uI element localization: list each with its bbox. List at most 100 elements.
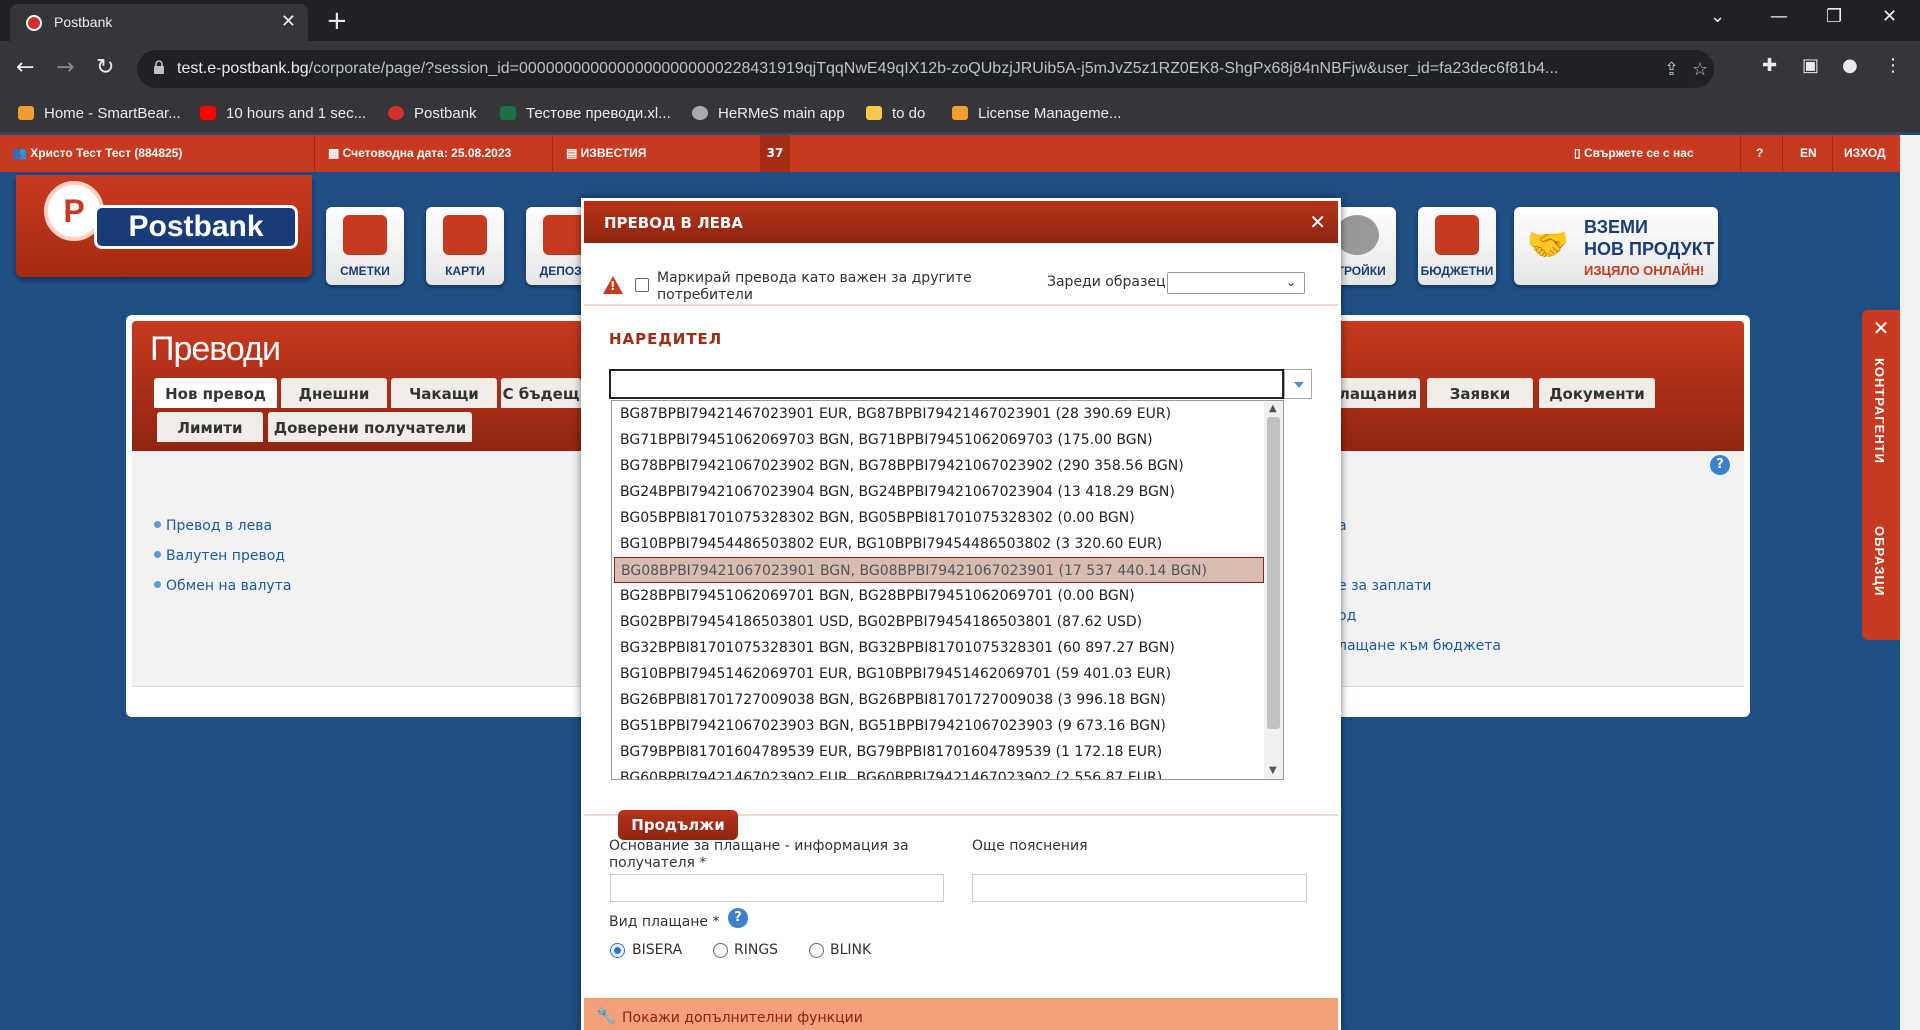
- bookmark-item[interactable]: Тестове преводи.xl...: [500, 105, 671, 122]
- nav-budget[interactable]: БЮДЖЕТНИ: [1418, 207, 1496, 285]
- bookmark-item[interactable]: to do: [866, 105, 925, 122]
- account-option[interactable]: BG08BPBI79421067023901 BGN, BG08BPBI7942…: [614, 557, 1264, 583]
- tab-limits[interactable]: Лимити: [157, 412, 263, 442]
- account-option[interactable]: BG71BPBI79451062069703 BGN, BG71BPBI7945…: [612, 427, 1264, 453]
- contact-link[interactable]: ▯ Свържете се с нас: [1574, 146, 1694, 160]
- forward-icon[interactable]: →: [56, 55, 74, 80]
- link-currency-exchange[interactable]: Обмен на валута: [154, 578, 291, 594]
- promo-line: НОВ ПРОДУКТ: [1584, 239, 1715, 259]
- close-icon[interactable]: ✕: [1309, 210, 1326, 234]
- divider: [1832, 135, 1833, 172]
- account-option[interactable]: BG10BPBI79454486503802 EUR, BG10BPBI7945…: [612, 531, 1264, 557]
- payer-account-input[interactable]: [609, 369, 1284, 399]
- payment-reason-input[interactable]: [610, 874, 944, 902]
- account-option[interactable]: BG32BPBI81701075328301 BGN, BG32BPBI8170…: [612, 635, 1264, 661]
- minimize-icon[interactable]: —: [1770, 6, 1788, 27]
- scroll-down-icon[interactable]: ▼: [1269, 765, 1277, 776]
- browser-tab[interactable]: Postbank ✕: [10, 4, 308, 41]
- browser-tabbar: Postbank ✕ + ⌄ — ❐ ✕: [0, 0, 1920, 41]
- bookmark-item[interactable]: HeRMeS main app: [692, 105, 845, 122]
- account-option[interactable]: BG51BPBI79421067023903 BGN, BG51BPBI7942…: [612, 713, 1264, 739]
- account-option[interactable]: BG28BPBI79451062069701 BGN, BG28BPBI7945…: [612, 583, 1264, 609]
- window-close-icon[interactable]: ✕: [1882, 6, 1897, 27]
- link-currency-transfer[interactable]: Валутен превод: [154, 548, 285, 564]
- account-option[interactable]: BG79BPBI81701604789539 EUR, BG79BPBI8170…: [612, 739, 1264, 765]
- show-more-link[interactable]: Покажи допълнителни функции: [622, 1010, 863, 1026]
- side-tab-templates[interactable]: ОБРАЗЦИ: [1872, 526, 1887, 596]
- radio-rings[interactable]: [713, 943, 728, 958]
- payment-reason-label: Основание за плащане - информация за пол…: [609, 838, 909, 871]
- payer-account-dropdown[interactable]: BG60BPBI79421467023902 EUR, BG60BPBI7942…: [611, 400, 1284, 780]
- nav-label: КАРТИ: [445, 264, 485, 278]
- dialog-title: ПРЕВОД В ЛЕВА: [604, 214, 743, 232]
- bookmark-star-icon[interactable]: ☆: [1692, 59, 1708, 80]
- tab-trusted-recipients[interactable]: Доверени получатели: [268, 412, 472, 442]
- side-panel-icon[interactable]: ▣: [1802, 55, 1819, 76]
- tab-documents[interactable]: Документи: [1539, 378, 1655, 408]
- continue-button[interactable]: Продължи: [618, 810, 738, 840]
- back-icon[interactable]: ←: [16, 55, 34, 80]
- account-option[interactable]: BG60BPBI79421467023902 EUR, BG60BPBI7942…: [612, 765, 1264, 779]
- logout-link[interactable]: ИЗХОД: [1844, 146, 1886, 160]
- account-option[interactable]: BG87BPBI79421467023901 EUR, BG87BPBI7942…: [612, 401, 1264, 427]
- tab-close-icon[interactable]: ✕: [281, 11, 296, 32]
- tab-today[interactable]: Днешни: [281, 378, 387, 408]
- extensions-icon[interactable]: ✚: [1762, 55, 1777, 76]
- mark-important-label: Маркирай превода като важен за другите п…: [657, 270, 972, 303]
- link-salary-fragment[interactable]: е за заплати: [1338, 578, 1432, 594]
- chevron-down-icon: ⌄: [1285, 275, 1296, 289]
- help-icon[interactable]: ?: [1710, 455, 1730, 475]
- scroll-up-icon[interactable]: ▲: [1269, 403, 1277, 414]
- side-tab[interactable]: ✕ КОНТРАГЕНТИ ОБРАЗЦИ: [1862, 310, 1900, 640]
- link-budget-payment-fragment[interactable]: лащане към бюджета: [1338, 638, 1501, 654]
- restore-icon[interactable]: ❐: [1826, 6, 1842, 27]
- menu-icon[interactable]: ⋮: [1884, 55, 1902, 76]
- side-tab-close-icon[interactable]: ✕: [1862, 316, 1900, 340]
- new-product-banner[interactable]: 🤝 ВЗЕМИ НОВ ПРОДУКТ ИЗЦЯЛО ОНЛАЙН!: [1514, 207, 1718, 285]
- more-info-input[interactable]: [972, 874, 1307, 902]
- smartbear-icon: [18, 106, 34, 120]
- link-bgn-transfer[interactable]: Превод в лева: [154, 518, 272, 534]
- more-info-label: Още пояснения: [972, 838, 1088, 854]
- news-count-badge: 37: [760, 135, 790, 172]
- help-icon[interactable]: ?: [728, 908, 748, 928]
- profile-icon[interactable]: ●: [1842, 55, 1858, 76]
- dialog-header: ПРЕВОД В ЛЕВА ✕: [584, 201, 1338, 243]
- nav-cards[interactable]: КАРТИ: [426, 207, 504, 285]
- payer-dropdown-toggle-icon[interactable]: [1284, 369, 1312, 399]
- bookmark-item[interactable]: Postbank: [388, 105, 477, 122]
- payment-type-label: Вид плащане *: [609, 914, 720, 930]
- account-option[interactable]: BG02BPBI79454186503801 USD, BG02BPBI7945…: [612, 609, 1264, 635]
- account-option[interactable]: BG26BPBI81701727009038 BGN, BG26BPBI8170…: [612, 687, 1264, 713]
- help-book-icon[interactable]: ?: [1756, 146, 1763, 160]
- account-option[interactable]: BG05BPBI81701075328302 BGN, BG05BPBI8170…: [612, 505, 1264, 531]
- mark-important-checkbox[interactable]: [635, 278, 649, 292]
- reload-icon[interactable]: ↻: [96, 55, 114, 80]
- page-scrollbar[interactable]: [1900, 135, 1920, 1030]
- radio-bisera[interactable]: [610, 943, 625, 958]
- tab-search-icon[interactable]: ⌄: [1710, 6, 1725, 27]
- account-option[interactable]: BG10BPBI79451462069701 EUR, BG10BPBI7945…: [612, 661, 1264, 687]
- tab-requests[interactable]: Заявки: [1427, 378, 1533, 408]
- news-link[interactable]: ▤ ИЗВЕСТИЯ: [566, 146, 646, 160]
- tab-new-transfer[interactable]: Нов превод: [154, 378, 277, 408]
- new-tab-icon[interactable]: +: [326, 6, 348, 36]
- bookmark-item[interactable]: License Manageme...: [952, 105, 1121, 122]
- share-icon[interactable]: ⇪: [1664, 59, 1679, 80]
- radio-blink[interactable]: [809, 943, 824, 958]
- load-template-select[interactable]: ⌄: [1167, 272, 1305, 294]
- language-link[interactable]: EN: [1800, 146, 1817, 160]
- dropdown-scroll-thumb[interactable]: [1267, 417, 1280, 729]
- bookmark-item[interactable]: 10 hours and 1 sec...: [200, 105, 366, 122]
- nav-accounts[interactable]: СМЕТКИ: [326, 207, 404, 285]
- tab-payments[interactable]: лащания: [1336, 378, 1420, 408]
- account-option[interactable]: BG24BPBI79421067023904 BGN, BG24BPBI7942…: [612, 479, 1264, 505]
- side-tab-contacts[interactable]: КОНТРАГЕНТИ: [1872, 358, 1887, 464]
- tab-future[interactable]: С бъдещ: [501, 378, 581, 408]
- address-bar[interactable]: test.e-postbank.bg/corporate/page/?sessi…: [137, 50, 1714, 88]
- postbank-logo[interactable]: P Postbank: [16, 175, 312, 277]
- tab-pending[interactable]: Чакащи: [391, 378, 497, 408]
- user-label[interactable]: 👥 Христо Тест Тест (884825): [12, 146, 182, 160]
- bookmark-item[interactable]: Home - SmartBear...: [18, 105, 181, 122]
- account-option[interactable]: BG78BPBI79421067023902 BGN, BG78BPBI7942…: [612, 453, 1264, 479]
